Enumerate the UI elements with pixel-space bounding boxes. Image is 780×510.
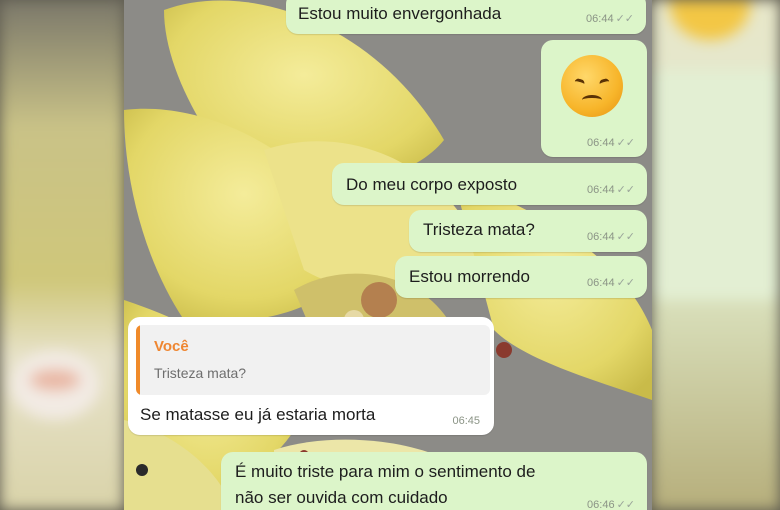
- message-meta: 06:46 ✓✓: [587, 498, 635, 510]
- message-meta: 06:44 ✓✓: [586, 12, 634, 25]
- message-bubble-incoming[interactable]: Você Tristeza mata? Se matasse eu já est…: [128, 317, 494, 435]
- message-bubble-outgoing[interactable]: Do meu corpo exposto 06:44 ✓✓: [332, 163, 647, 205]
- blurred-right-panel: [652, 0, 780, 510]
- double-check-icon: ✓✓: [615, 13, 634, 25]
- disappointed-face-emoji: [561, 55, 623, 117]
- message-bubble-outgoing[interactable]: Tristeza mata? 06:44 ✓✓: [409, 210, 647, 252]
- double-check-icon: ✓✓: [616, 499, 635, 510]
- message-bubble-outgoing[interactable]: 06:44 ✓✓: [541, 40, 647, 157]
- message-text: Estou muito envergonhada: [298, 4, 502, 23]
- message-meta: 06:44 ✓✓: [587, 230, 635, 243]
- message-text: Estou morrendo: [409, 267, 530, 286]
- message-time: 06:44: [586, 13, 614, 25]
- message-meta: 06:44 ✓✓: [587, 136, 635, 149]
- message-time: 06:44: [587, 184, 615, 196]
- double-check-icon: ✓✓: [616, 231, 635, 243]
- message-time: 06:44: [587, 137, 615, 149]
- quote-accent-bar: [136, 325, 140, 395]
- chat-view[interactable]: Estou muito envergonhada 06:44 ✓✓ 06:44 ✓✓…: [124, 0, 652, 510]
- double-check-icon: ✓✓: [616, 137, 635, 149]
- message-time: 06:45: [452, 415, 480, 427]
- message-meta: 06:44 ✓✓: [587, 276, 635, 289]
- message-meta: 06:44 ✓✓: [587, 183, 635, 196]
- message-text-line-2: não ser ouvida com cuidado: [235, 488, 448, 507]
- double-check-icon: ✓✓: [616, 277, 635, 289]
- message-time: 06:44: [587, 277, 615, 289]
- message-text: Do meu corpo exposto: [346, 175, 518, 194]
- message-bubble-outgoing[interactable]: Estou morrendo 06:44 ✓✓: [395, 256, 647, 298]
- double-check-icon: ✓✓: [616, 184, 635, 196]
- message-text-line-1: É muito triste para mim o sentimento de: [235, 462, 536, 481]
- quoted-message[interactable]: Você Tristeza mata?: [136, 325, 490, 395]
- message-time: 06:46: [587, 499, 615, 510]
- message-text: Se matasse eu já estaria morta: [140, 405, 376, 424]
- message-bubble-outgoing[interactable]: É muito triste para mim o sentimento de …: [221, 452, 647, 510]
- quoted-author: Você: [154, 338, 189, 355]
- quoted-text: Tristeza mata?: [154, 365, 247, 381]
- message-bubble-outgoing[interactable]: Estou muito envergonhada 06:44 ✓✓: [286, 0, 646, 34]
- message-text: Tristeza mata?: [423, 220, 535, 239]
- blurred-left-panel: [0, 0, 124, 510]
- message-time: 06:44: [587, 231, 615, 243]
- message-meta: 06:45: [452, 415, 480, 427]
